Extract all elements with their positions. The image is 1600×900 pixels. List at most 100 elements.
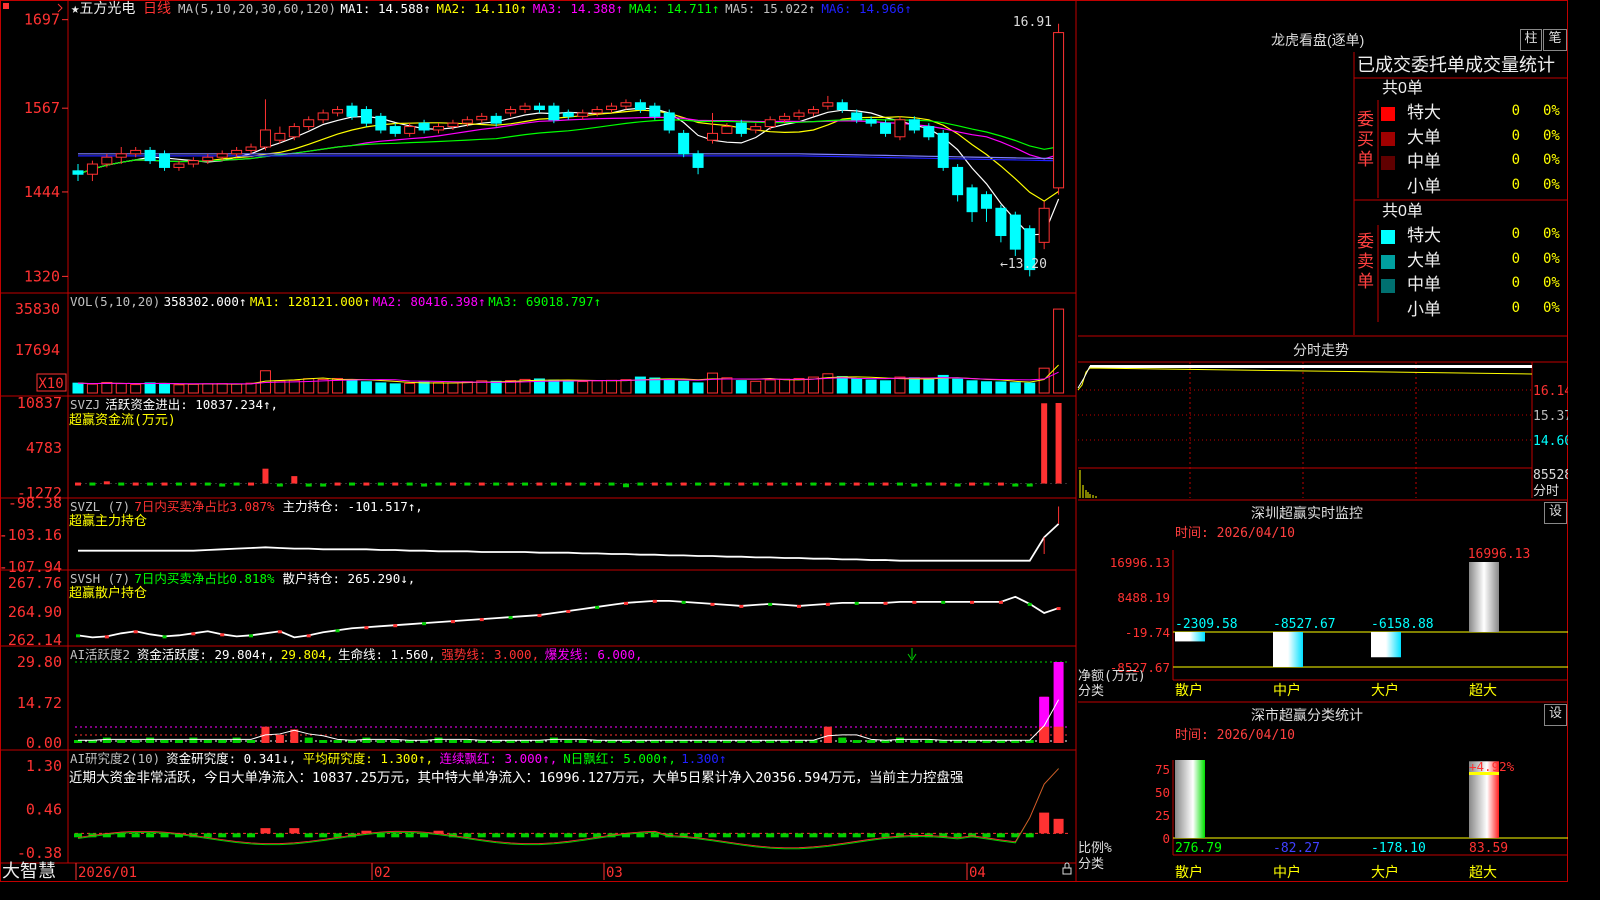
candle-body[interactable] <box>836 102 848 111</box>
candle-body[interactable] <box>1009 214 1021 250</box>
candle-body[interactable] <box>649 105 661 117</box>
candle-body[interactable] <box>505 109 517 114</box>
candle-body[interactable] <box>822 102 834 107</box>
activity-bar[interactable] <box>247 740 256 743</box>
volume-bar[interactable] <box>101 381 113 394</box>
volume-bar[interactable] <box>173 384 185 394</box>
volume-bar[interactable] <box>159 382 171 394</box>
activity-bar[interactable] <box>838 737 847 743</box>
activity-bar[interactable] <box>117 740 126 743</box>
candle-body[interactable] <box>72 170 84 175</box>
candle-body[interactable] <box>533 105 545 111</box>
stats-bar[interactable] <box>1175 760 1205 838</box>
candle-body[interactable] <box>750 126 762 131</box>
activity-bar[interactable] <box>131 740 140 743</box>
volume-bar[interactable] <box>548 379 560 394</box>
candle-body[interactable] <box>908 119 920 131</box>
count-toggle-button[interactable]: 笔 <box>1543 29 1567 51</box>
activity-bar[interactable] <box>852 740 861 743</box>
activity-bar[interactable] <box>434 737 443 743</box>
candle-body[interactable] <box>216 153 228 158</box>
volume-bar[interactable] <box>490 380 502 394</box>
candle-body[interactable] <box>620 102 632 107</box>
chevron-right-icon[interactable] <box>57 3 63 13</box>
research-bar[interactable] <box>260 828 271 834</box>
candle-body[interactable] <box>606 105 618 111</box>
candle-body[interactable] <box>101 156 113 165</box>
activity-bar[interactable] <box>1053 726 1064 743</box>
candle-body[interactable] <box>865 119 877 124</box>
volume-bar[interactable] <box>461 381 473 394</box>
volume-bar[interactable] <box>721 377 733 394</box>
volume-bar[interactable] <box>404 382 416 394</box>
candle-body[interactable] <box>86 163 98 175</box>
monitor-bar[interactable] <box>1469 562 1499 632</box>
activity-bar[interactable] <box>174 740 183 743</box>
flow-bar[interactable] <box>219 483 226 487</box>
volume-bar[interactable] <box>908 377 920 394</box>
volume-bar[interactable] <box>1009 382 1021 394</box>
activity-bar[interactable] <box>549 737 558 743</box>
candle-body[interactable] <box>548 105 560 121</box>
activity-bar[interactable] <box>275 734 284 743</box>
svzl-chart[interactable] <box>78 506 1060 562</box>
activity-chart[interactable] <box>74 648 1070 743</box>
volume-bar[interactable] <box>706 372 718 394</box>
volume-bar[interactable] <box>1053 308 1065 394</box>
svsh-chart[interactable] <box>76 595 1061 639</box>
activity-bar[interactable] <box>319 740 328 743</box>
activity-bar[interactable] <box>867 740 876 743</box>
volume-chart[interactable] <box>72 308 1065 394</box>
activity-bar[interactable] <box>102 737 111 743</box>
volume-bar[interactable] <box>980 381 992 394</box>
activity-bar[interactable] <box>232 737 241 743</box>
volume-bar[interactable] <box>72 382 84 394</box>
volume-bar[interactable] <box>692 382 704 394</box>
flow-bar[interactable] <box>1055 403 1062 484</box>
activity-bar[interactable] <box>146 737 155 743</box>
candle-body[interactable] <box>346 105 358 117</box>
candle-body[interactable] <box>591 109 603 114</box>
candle-body[interactable] <box>159 153 171 168</box>
volume-bar[interactable] <box>115 383 127 394</box>
activity-bar[interactable] <box>218 740 227 743</box>
flow-bar[interactable] <box>276 483 283 487</box>
volume-bar[interactable] <box>86 383 98 394</box>
candle-body[interactable] <box>764 119 776 128</box>
candle-body[interactable] <box>303 119 315 128</box>
volume-bar[interactable] <box>447 382 459 394</box>
research-bar[interactable] <box>1039 812 1050 834</box>
flow-bar[interactable] <box>954 483 961 487</box>
bar-toggle-button[interactable]: 柱 <box>1520 29 1542 51</box>
candle-body[interactable] <box>1053 32 1065 189</box>
volume-bar[interactable] <box>923 378 935 394</box>
flow-bar[interactable] <box>622 483 629 488</box>
candle-body[interactable] <box>490 115 502 124</box>
candle-body[interactable] <box>519 105 531 111</box>
candle-body[interactable] <box>476 115 488 121</box>
volume-bar[interactable] <box>187 383 199 394</box>
candle-body[interactable] <box>937 132 949 168</box>
volume-bar[interactable] <box>793 377 805 394</box>
candle-body[interactable] <box>562 112 574 117</box>
window-menu-icon[interactable] <box>3 3 9 9</box>
candle-body[interactable] <box>317 112 329 121</box>
candle-body[interactable] <box>793 112 805 117</box>
activity-bar[interactable] <box>304 737 313 743</box>
candle-body[interactable] <box>115 153 127 158</box>
volume-bar[interactable] <box>894 376 906 394</box>
flow-bar[interactable] <box>103 481 110 485</box>
volume-bar[interactable] <box>678 380 690 394</box>
candle-body[interactable] <box>245 146 257 151</box>
candle-body[interactable] <box>663 112 675 131</box>
candle-body[interactable] <box>173 163 185 168</box>
candle-body[interactable] <box>634 102 646 111</box>
candle-body[interactable] <box>735 122 747 134</box>
classification-stats-chart[interactable]: 75 50 25 0 276.79 散户 -82.27 中户 -178.10 大户 83.59 超大 +… <box>1078 759 1568 881</box>
candle-body[interactable] <box>389 126 401 134</box>
candle-body[interactable] <box>1038 207 1050 243</box>
volume-bar[interactable] <box>375 382 387 394</box>
candle-body[interactable] <box>721 126 733 134</box>
volume-bar[interactable] <box>1024 382 1036 394</box>
candle-body[interactable] <box>706 132 718 141</box>
